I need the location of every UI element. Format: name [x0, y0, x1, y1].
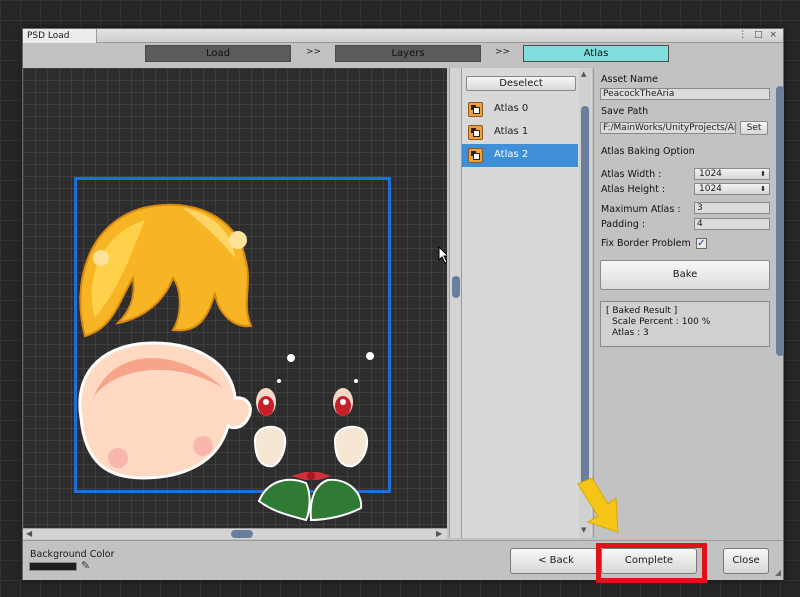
- atlas-icon: [468, 102, 483, 117]
- scroll-left-arrow-icon[interactable]: ◀: [26, 529, 32, 539]
- complete-highlight-box: [596, 543, 707, 583]
- settings-panel: Asset Name PeacockTheAria Save Path F:/M…: [593, 68, 775, 538]
- resize-grip-icon[interactable]: ◢: [775, 568, 781, 577]
- scroll-up-arrow-icon[interactable]: ▲: [581, 70, 586, 78]
- collar-sprite: [257, 472, 363, 522]
- result-scale: Scale Percent : 100 %: [612, 317, 711, 327]
- atlas-preview-canvas[interactable]: [23, 68, 447, 528]
- background-color-label: Background Color: [30, 549, 115, 560]
- preview-horizontal-scrollbar[interactable]: ◀ ▶: [23, 528, 447, 539]
- eyedropper-icon[interactable]: ✎: [81, 559, 90, 572]
- close-button[interactable]: Close: [723, 548, 769, 574]
- atlas-list-item[interactable]: Atlas 0: [462, 98, 578, 121]
- settings-scrollbar[interactable]: [775, 68, 785, 538]
- atlas-width-label: Atlas Width :: [601, 169, 662, 180]
- baked-result-box: [ Baked Result ] Scale Percent : 100 % A…: [600, 301, 770, 347]
- step-load[interactable]: Load: [145, 45, 291, 62]
- max-atlas-label: Maximum Atlas :: [601, 204, 681, 215]
- atlas-icon: [468, 125, 483, 140]
- asset-name-field[interactable]: PeacockTheAria: [600, 88, 770, 100]
- atlas-sprites: [78, 203, 374, 522]
- set-path-button[interactable]: Set: [740, 121, 768, 135]
- save-path-label: Save Path: [601, 106, 649, 117]
- step-bar: Load >> Layers >> Atlas: [23, 43, 783, 65]
- sparkle-dot: [366, 352, 374, 360]
- window-menu-icon[interactable]: ⋮ □ ×: [738, 30, 779, 40]
- psd-load-window: PSD Load ⋮ □ × Load >> Layers >> Atlas ◀…: [22, 28, 785, 583]
- window-titlebar: PSD Load ⋮ □ ×: [23, 29, 783, 43]
- window-tab[interactable]: PSD Load: [23, 29, 97, 43]
- atlas-list-item-selected[interactable]: Atlas 2: [462, 144, 578, 167]
- bottom-bar: Background Color ✎ < Back Complete Close: [23, 540, 783, 583]
- preview-vertical-scrollbar[interactable]: [449, 68, 461, 538]
- atlas-item-label: Atlas 1: [494, 126, 529, 137]
- step-atlas[interactable]: Atlas: [523, 45, 669, 62]
- scroll-thumb[interactable]: [776, 86, 784, 356]
- hair-sprite: [79, 203, 253, 338]
- atlas-list-panel: Deselect Atlas 0 Atlas 1 Atlas 2 ▲ ▼: [461, 68, 592, 538]
- atlas-list-item[interactable]: Atlas 1: [462, 121, 578, 144]
- eye-sprites: [256, 388, 353, 416]
- scroll-right-arrow-icon[interactable]: ▶: [436, 529, 442, 539]
- yellow-pointer-arrow-icon: [577, 478, 619, 533]
- result-atlas-count: Atlas : 3: [612, 328, 649, 338]
- atlas-height-dropdown[interactable]: 1024 ⬍: [694, 183, 770, 195]
- back-button[interactable]: < Back: [510, 548, 602, 574]
- atlas-height-value: 1024: [699, 184, 722, 194]
- atlas-width-dropdown[interactable]: 1024 ⬍: [694, 168, 770, 180]
- asset-name-label: Asset Name: [601, 74, 659, 85]
- atlas-item-label: Atlas 2: [494, 149, 529, 160]
- mouse-pointer-icon: [438, 246, 447, 264]
- save-path-field[interactable]: F:/MainWorks/UnityProjects/Ar: [600, 122, 736, 134]
- step-separator: >>: [306, 47, 322, 57]
- dropdown-caret-icon: ⬍: [760, 170, 766, 178]
- result-title: [ Baked Result ]: [606, 306, 678, 316]
- step-separator: >>: [495, 47, 511, 57]
- background-color-swatch[interactable]: [29, 562, 77, 571]
- bake-button[interactable]: Bake: [600, 260, 770, 290]
- atlas-item-label: Atlas 0: [494, 103, 529, 114]
- dropdown-caret-icon: ⬍: [760, 185, 766, 193]
- atlas-icon: [468, 148, 483, 163]
- scroll-thumb[interactable]: [452, 276, 460, 298]
- fix-border-checkbox[interactable]: ✓: [696, 238, 707, 249]
- face-sprite: [78, 341, 252, 480]
- hand-sprites: [253, 425, 369, 468]
- padding-label: Padding :: [601, 219, 646, 230]
- atlas-height-label: Atlas Height :: [601, 184, 666, 195]
- step-layers[interactable]: Layers: [335, 45, 481, 62]
- baking-option-heading: Atlas Baking Option: [601, 146, 695, 157]
- fix-border-label: Fix Border Problem: [601, 238, 691, 249]
- atlas-width-value: 1024: [699, 169, 722, 179]
- atlas-list-scrollbar[interactable]: ▲ ▼: [579, 68, 591, 538]
- deselect-button[interactable]: Deselect: [466, 76, 576, 91]
- scroll-thumb[interactable]: [581, 106, 589, 486]
- scroll-thumb[interactable]: [231, 530, 253, 538]
- sparkle-dot: [287, 354, 295, 362]
- padding-field[interactable]: 4: [694, 218, 770, 230]
- max-atlas-field[interactable]: 3: [694, 202, 770, 214]
